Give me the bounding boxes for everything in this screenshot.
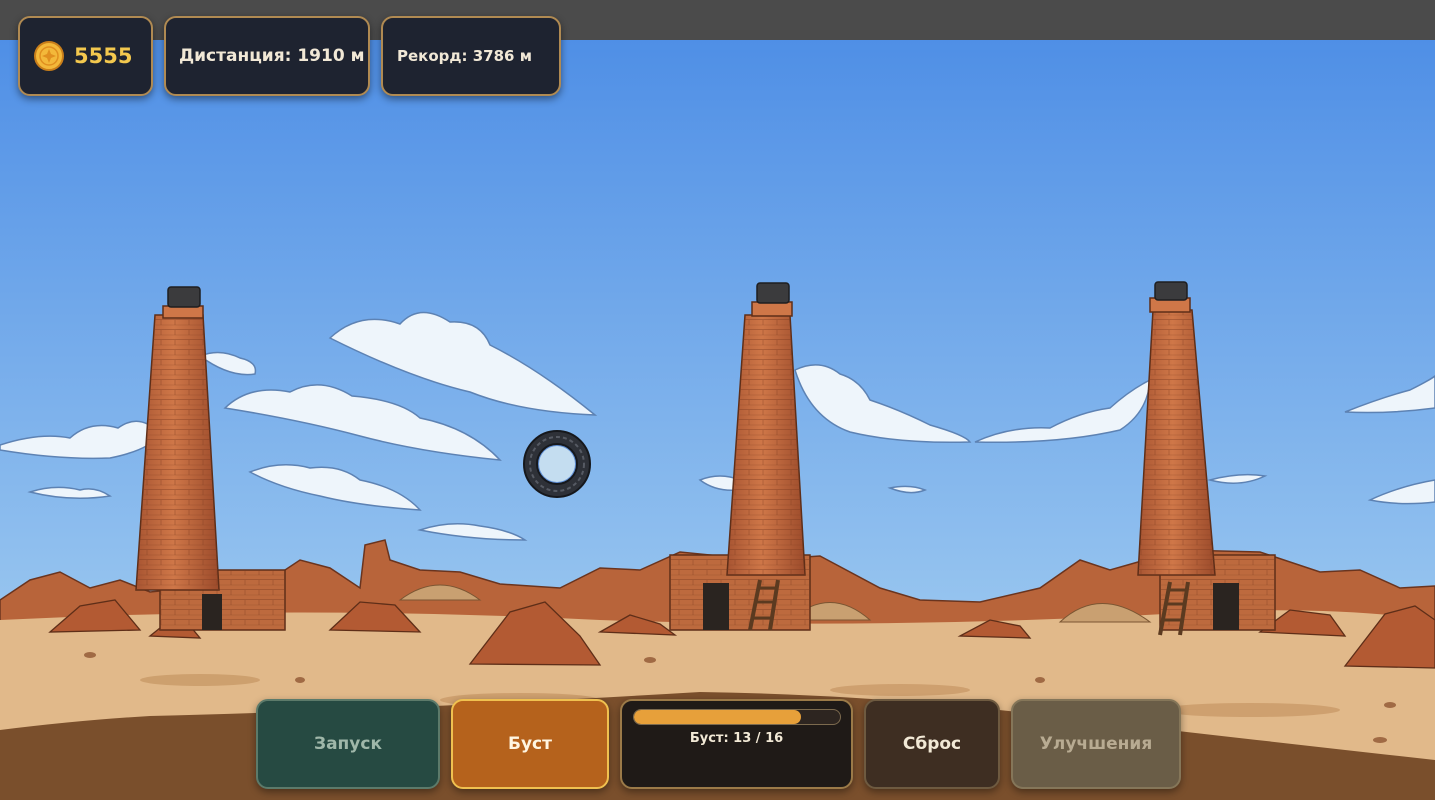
game-scene (0, 40, 1435, 800)
coins-panel: 5555 (18, 16, 153, 96)
boost-button[interactable]: Буст (451, 699, 609, 789)
boost-progress-fill (633, 710, 801, 724)
boost-label: Буст (508, 734, 552, 754)
record-panel: Рекорд: 3786 м (381, 16, 561, 96)
coin-count: 5555 (74, 44, 133, 68)
reset-button[interactable]: Сброс (864, 699, 1000, 789)
reset-label: Сброс (902, 734, 962, 754)
distance-text: Дистанция: 1910 м (179, 46, 365, 66)
coin-icon (34, 41, 64, 71)
record-text: Рекорд: 3786 м (397, 47, 532, 65)
scene-background (0, 40, 1435, 800)
upgrades-label: Улучшения (1039, 734, 1153, 754)
distance-panel: Дистанция: 1910 м (164, 16, 370, 96)
tire-icon (521, 428, 593, 500)
launch-label: Запуск (314, 734, 382, 754)
boost-progress-track (632, 709, 841, 725)
launch-button[interactable]: Запуск (256, 699, 440, 789)
upgrades-button[interactable]: Улучшения (1011, 699, 1181, 789)
boost-meter: Буст: 13 / 16 (620, 699, 853, 789)
boost-status: Буст: 13 / 16 (689, 731, 784, 746)
